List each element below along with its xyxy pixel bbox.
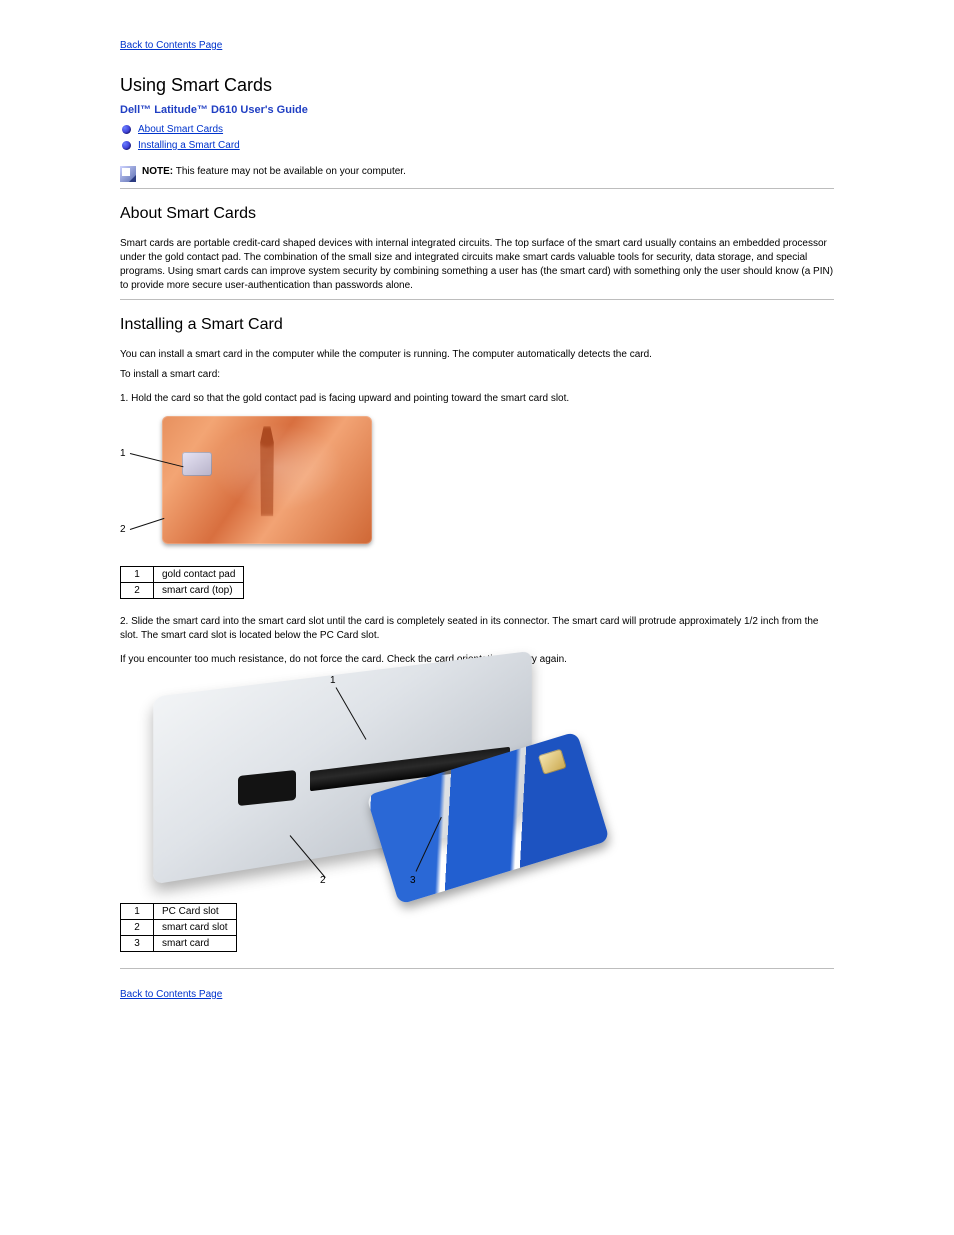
- callout-1: 1: [330, 675, 336, 686]
- guide-title: Dell™ Latitude™ D610 User's Guide: [120, 104, 834, 116]
- table-row: 2smart card (top): [121, 583, 244, 599]
- legend-table-2: 1PC Card slot 2smart card slot 3smart ca…: [120, 903, 237, 952]
- step-text: Hold the card so that the gold contact p…: [131, 393, 569, 404]
- install-intro: You can install a smart card in the comp…: [120, 348, 834, 362]
- callout-label: 1: [330, 675, 336, 686]
- install-step-lead: To install a smart card:: [120, 368, 834, 382]
- section-about-heading: About Smart Cards: [120, 205, 834, 223]
- list-item: Installing a Smart Card: [122, 138, 834, 154]
- smart-card-slot-illustration: [238, 770, 296, 806]
- table-row: 1PC Card slot: [121, 904, 237, 920]
- figure-smart-card-top: 1 2: [120, 416, 380, 556]
- back-to-contents-top[interactable]: Back to Contents Page: [120, 40, 834, 51]
- callout-2: 2: [120, 524, 126, 535]
- legend-num: 3: [121, 936, 154, 952]
- callout-3: 3: [410, 875, 416, 886]
- note-block: NOTE: This feature may not be available …: [120, 166, 834, 182]
- table-row: 3smart card: [121, 936, 237, 952]
- toc-link-install[interactable]: Installing a Smart Card: [138, 140, 240, 151]
- note-icon: [120, 166, 136, 182]
- divider: [120, 188, 834, 189]
- step-number: 2.: [120, 616, 128, 627]
- table-row: 1gold contact pad: [121, 567, 244, 583]
- figure-laptop-smart-card: 1 2 3: [160, 673, 580, 893]
- toc-list: About Smart Cards Installing a Smart Car…: [122, 122, 834, 154]
- page-title: Using Smart Cards: [120, 75, 834, 96]
- table-row: 2smart card slot: [121, 920, 237, 936]
- note-body: This feature may not be available on you…: [176, 166, 406, 177]
- gold-contact-pad-illustration: [182, 452, 212, 476]
- legend-num: 1: [121, 567, 154, 583]
- legend-num: 2: [121, 920, 154, 936]
- legend-label: PC Card slot: [154, 904, 237, 920]
- callout-1: 1: [120, 448, 126, 459]
- legend-label: smart card (top): [154, 583, 244, 599]
- legend-num: 1: [121, 904, 154, 920]
- divider: [120, 299, 834, 300]
- install-step-2: 2. Slide the smart card into the smart c…: [120, 615, 834, 643]
- legend-label: smart card: [154, 936, 237, 952]
- install-step-1: 1. Hold the card so that the gold contac…: [120, 392, 834, 406]
- divider: [120, 968, 834, 969]
- legend-table-1: 1gold contact pad 2smart card (top): [120, 566, 244, 599]
- legend-label: smart card slot: [154, 920, 237, 936]
- note-text: NOTE: This feature may not be available …: [142, 166, 406, 177]
- callout-label: 2: [120, 524, 126, 535]
- step-number: 1.: [120, 393, 128, 404]
- toc-link-about[interactable]: About Smart Cards: [138, 124, 223, 135]
- section-install-heading: Installing a Smart Card: [120, 316, 834, 334]
- smart-card-illustration: [162, 416, 372, 544]
- callout-label: 1: [120, 448, 126, 459]
- about-paragraph: Smart cards are portable credit-card sha…: [120, 237, 834, 293]
- back-to-contents-bottom[interactable]: Back to Contents Page: [120, 989, 834, 1000]
- list-item: About Smart Cards: [122, 122, 834, 138]
- callout-2: 2: [320, 875, 326, 886]
- callout-label: 3: [410, 875, 416, 886]
- legend-label: gold contact pad: [154, 567, 244, 583]
- note-label: NOTE:: [142, 166, 173, 177]
- step-text: Slide the smart card into the smart card…: [120, 616, 818, 641]
- legend-num: 2: [121, 583, 154, 599]
